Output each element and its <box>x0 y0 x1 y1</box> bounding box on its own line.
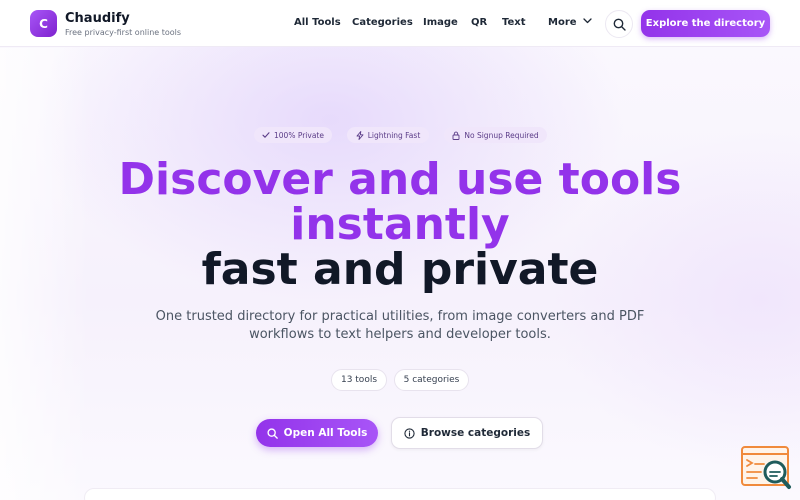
search-icon <box>613 18 626 31</box>
badge-fast: Lightning Fast <box>347 127 429 143</box>
nav-more[interactable]: More <box>548 17 592 28</box>
search-button[interactable] <box>605 10 633 38</box>
nav-more-label: More <box>548 17 577 28</box>
explore-directory-button[interactable]: Explore the directory <box>641 10 770 37</box>
lightning-icon <box>356 130 364 140</box>
nav-qr[interactable]: QR <box>471 17 487 28</box>
badge-private-label: 100% Private <box>274 130 324 140</box>
badge-no-signup-label: No Signup Required <box>464 130 539 140</box>
brand-tagline: Free privacy-first online tools <box>65 28 182 37</box>
tools-count-badge: 13 tools <box>331 369 387 391</box>
badge-fast-label: Lightning Fast <box>367 130 421 140</box>
content-card-edge <box>84 488 716 500</box>
browse-categories-label: Browse categories <box>420 427 531 439</box>
badge-no-signup: No Signup Required <box>444 127 547 143</box>
hero-subtitle: One trusted directory for practical util… <box>155 309 645 342</box>
info-icon <box>404 427 415 439</box>
logo-letter: C <box>39 16 48 31</box>
badge-private: 100% Private <box>254 127 332 143</box>
headline-line-1: Discover and use tools <box>118 154 682 205</box>
feedback-widget[interactable] <box>740 445 792 491</box>
open-all-tools-label: Open All Tools <box>283 427 368 439</box>
chevron-down-icon <box>582 18 592 24</box>
categories-count-badge: 5 categories <box>394 369 469 391</box>
headline-line-2: instantly <box>290 199 510 250</box>
logo-icon[interactable]: C <box>30 10 57 37</box>
check-icon <box>262 132 270 138</box>
headline-line-3: fast and private <box>201 244 599 295</box>
feedback-search-icon <box>741 446 791 489</box>
nav-all-tools[interactable]: All Tools <box>294 17 341 28</box>
brand-name[interactable]: Chaudify <box>65 11 130 26</box>
nav-image[interactable]: Image <box>423 17 458 28</box>
nav-text[interactable]: Text <box>502 17 526 28</box>
lock-icon <box>452 131 460 140</box>
search-icon <box>267 427 278 439</box>
top-navbar: C Chaudify Free privacy-first online too… <box>0 0 800 47</box>
nav-categories[interactable]: Categories <box>352 17 413 28</box>
feature-badges: 100% Private Lightning Fast No Signup Re… <box>0 127 800 143</box>
open-all-tools-button[interactable]: Open All Tools <box>256 419 378 447</box>
browse-categories-button[interactable]: Browse categories <box>391 417 543 449</box>
